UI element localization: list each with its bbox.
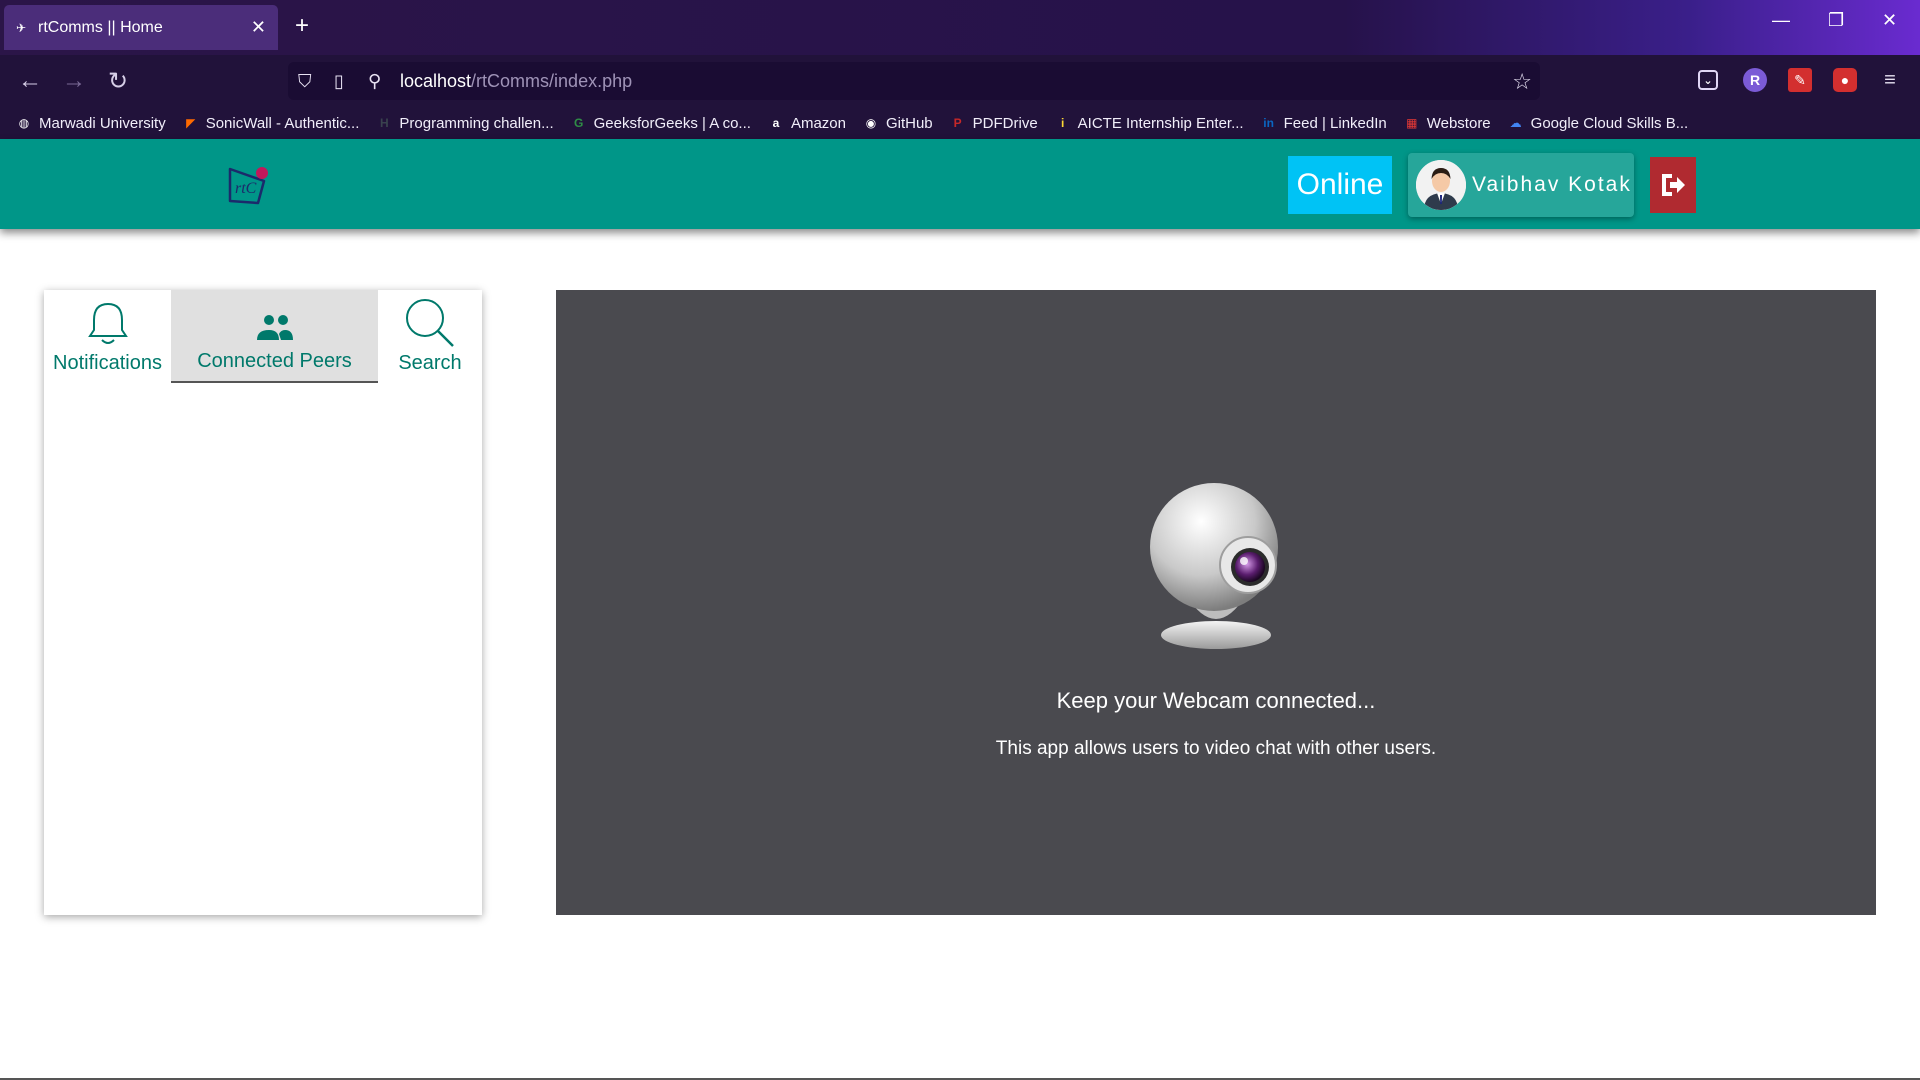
logout-icon: [1662, 174, 1685, 196]
bookmark-item[interactable]: ◤ SonicWall - Authentic...: [181, 113, 360, 133]
github-icon: ◉: [865, 116, 877, 130]
globe-icon: ◍: [18, 116, 30, 130]
tab-connected-peers[interactable]: Connected Peers: [171, 290, 378, 383]
tab-notifications[interactable]: Notifications: [44, 290, 171, 383]
tab-favicon-icon: ✈: [16, 20, 27, 35]
tab-label: Connected Peers: [197, 350, 352, 372]
permissions-icon[interactable]: ⚲: [368, 71, 381, 92]
pdfdrive-icon: P: [953, 116, 962, 130]
webstore-icon: ▦: [1406, 116, 1418, 130]
video-area: Keep your Webcam connected... This app a…: [556, 290, 1876, 915]
minimize-icon[interactable]: —: [1772, 10, 1790, 31]
webcam-illustration: [1146, 475, 1286, 660]
bookmark-item[interactable]: in Feed | LinkedIn: [1259, 113, 1387, 133]
url-text[interactable]: localhost/rtComms/index.php: [400, 71, 632, 92]
bookmark-item[interactable]: i AICTE Internship Enter...: [1053, 113, 1244, 133]
bookmark-label: Feed | LinkedIn: [1283, 114, 1387, 132]
avatar: [1416, 160, 1466, 210]
linkedin-icon: in: [1263, 116, 1274, 130]
user-name: Vaibhav Kotak: [1472, 173, 1632, 196]
svg-text:rtC: rtC: [235, 180, 257, 197]
app-logo[interactable]: rtC: [224, 161, 272, 209]
bell-icon: [87, 302, 128, 344]
tab-label: Notifications: [53, 352, 162, 374]
tracking-shield-icon[interactable]: ⛉: [298, 71, 312, 92]
bookmark-item[interactable]: ☁ Google Cloud Skills B...: [1506, 113, 1689, 133]
address-bar[interactable]: ⛉ ▯ ⚲ localhost/rtComms/index.php ☆: [288, 62, 1540, 100]
tab-title: rtComms || Home: [38, 18, 163, 36]
reload-icon[interactable]: ↻: [108, 67, 128, 96]
bookmark-item[interactable]: G GeeksforGeeks | A co...: [569, 113, 751, 133]
bookmark-label: GitHub: [885, 114, 933, 132]
bookmark-label: AICTE Internship Enter...: [1077, 114, 1244, 132]
tab-search[interactable]: Search: [378, 290, 482, 383]
hackerrank-icon: H: [380, 116, 389, 130]
bookmark-label: Google Cloud Skills B...: [1530, 114, 1689, 132]
bookmark-item[interactable]: ◉ GitHub: [861, 113, 933, 133]
forward-icon[interactable]: →: [62, 67, 86, 95]
tab-label: Search: [398, 352, 462, 374]
bookmark-item[interactable]: ▦ Webstore: [1402, 113, 1491, 133]
browser-tab[interactable]: ✈ rtComms || Home ✕: [4, 5, 278, 50]
app-header: rtC Online Vaibhav Kotak: [0, 139, 1920, 229]
menu-icon[interactable]: ≡: [1878, 68, 1902, 92]
restore-icon[interactable]: ❐: [1828, 10, 1844, 31]
extension-lock-icon[interactable]: ●: [1833, 68, 1857, 92]
close-tab-icon[interactable]: ✕: [251, 17, 266, 38]
bookmark-label: Webstore: [1426, 114, 1491, 132]
bookmark-item[interactable]: P PDFDrive: [948, 113, 1038, 133]
pocket-icon[interactable]: ⌄: [1698, 70, 1718, 90]
bookmark-item[interactable]: a Amazon: [766, 113, 846, 133]
bookmark-label: PDFDrive: [972, 114, 1038, 132]
bookmarks-bar: ◍ Marwadi University ◤ SonicWall - Authenti…: [0, 107, 1920, 139]
amazon-icon: a: [772, 116, 780, 130]
aicte-icon: i: [1061, 116, 1065, 130]
extension-wand-icon[interactable]: ✎: [1788, 68, 1812, 92]
bookmark-label: GeeksforGeeks | A co...: [593, 114, 751, 132]
bookmark-label: SonicWall - Authentic...: [205, 114, 360, 132]
bookmark-label: Marwadi University: [39, 114, 166, 132]
video-title: Keep your Webcam connected...: [1056, 688, 1376, 713]
sonicwall-icon: ◤: [186, 116, 196, 130]
people-icon: [256, 315, 293, 340]
search-icon: [406, 299, 454, 347]
video-description: This app allows users to video chat with…: [995, 738, 1437, 759]
page-info-icon[interactable]: ▯: [334, 71, 344, 92]
sidebar-panel: Notifications Connected Peers Search: [44, 290, 482, 915]
gfg-icon: G: [573, 116, 584, 130]
bookmark-item[interactable]: H Programming challen...: [374, 113, 554, 133]
bookmark-item[interactable]: ◍ Marwadi University: [14, 113, 166, 133]
profile-extension-icon[interactable]: R: [1743, 68, 1767, 92]
user-profile-button[interactable]: Vaibhav Kotak: [1408, 153, 1634, 217]
google-cloud-icon: ☁: [1509, 116, 1522, 130]
close-window-icon[interactable]: ✕: [1882, 10, 1897, 31]
bookmark-label: Amazon: [790, 114, 846, 132]
new-tab-icon[interactable]: +: [295, 12, 309, 40]
logout-button[interactable]: [1650, 157, 1696, 213]
back-icon[interactable]: ←: [18, 67, 42, 95]
browser-tab-bar: ✈ rtComms || Home ✕ + — ❐ ✕: [0, 0, 1920, 55]
online-status-button[interactable]: Online: [1288, 156, 1392, 214]
bookmark-star-icon[interactable]: ☆: [1512, 69, 1532, 95]
bookmark-label: Programming challen...: [399, 114, 554, 132]
